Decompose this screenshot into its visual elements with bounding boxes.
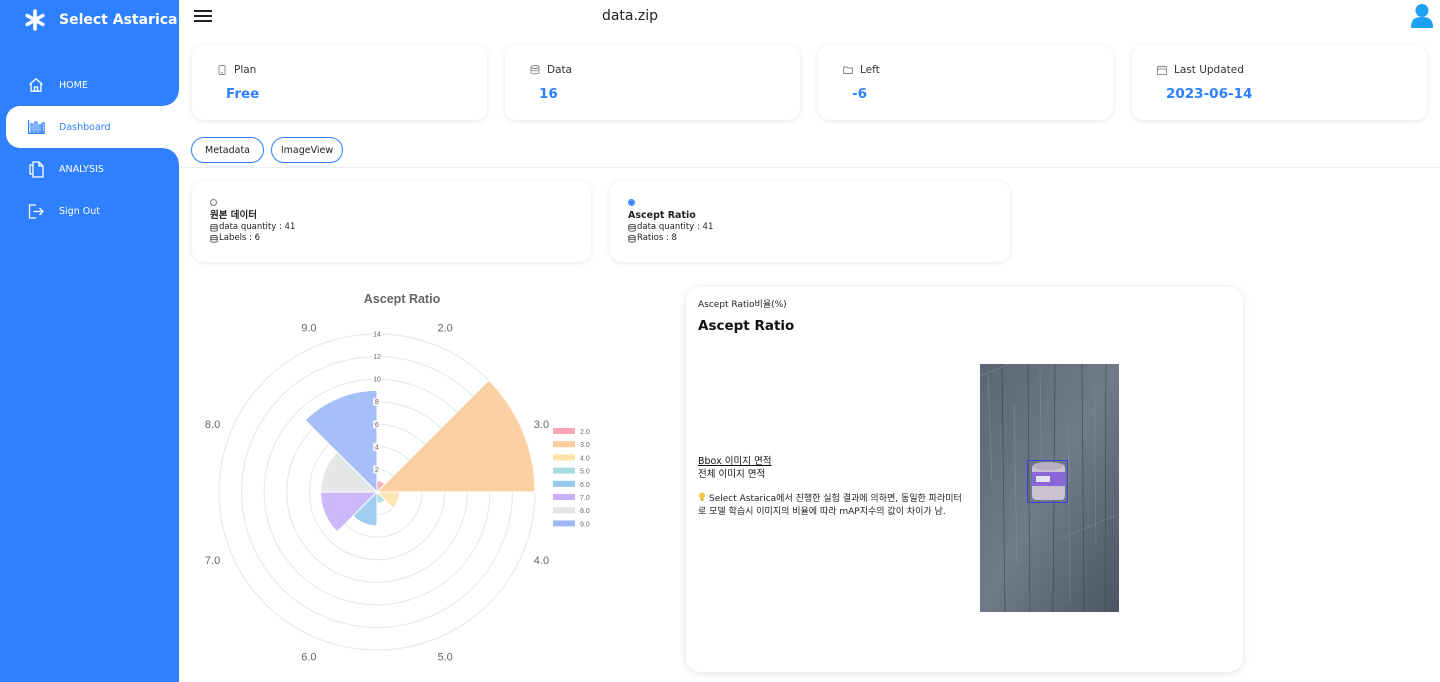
polar-area-chart: Ascept Ratio 2 4 6 8 10 12 14 2.0 3.0 4.0 5.0 6.0 7… <box>192 285 612 675</box>
stat-card-left: Left -6 <box>818 45 1113 120</box>
option-labels: Labels : 6 <box>210 233 591 244</box>
legend-swatch[interactable] <box>553 507 575 514</box>
option-title: Ascept Ratio <box>628 210 696 221</box>
sidebar-item-label: Dashboard <box>59 121 111 133</box>
folder-icon <box>843 66 853 74</box>
note-text: Select Astarica에서 진행한 실험 결과에 의하면, 동일한 파라… <box>698 494 962 517</box>
database-icon <box>530 65 540 75</box>
sign-out-icon <box>27 202 45 220</box>
stat-label: Plan <box>217 64 256 76</box>
stat-card-plan: Plan Free <box>192 45 487 120</box>
panel-title: Ascept Ratio <box>698 318 795 334</box>
category-label: 6.0 <box>301 651 316 663</box>
panel-caption: Ascept Ratio비율(%) <box>698 300 787 310</box>
lightbulb-icon <box>699 492 705 501</box>
home-icon <box>27 76 45 94</box>
legend-label[interactable]: 5.0 <box>580 469 590 476</box>
document-copy-icon <box>27 160 45 178</box>
sidebar-item-home[interactable]: HOME <box>0 64 179 106</box>
polar-chart-svg: Ascept Ratio 2 4 6 8 10 12 14 2.0 3.0 4.0 5.0 6.0 7… <box>205 292 590 663</box>
legend-swatch[interactable] <box>553 441 575 448</box>
database-icon <box>210 234 218 243</box>
calendar-icon <box>1157 65 1167 75</box>
category-label: 8.0 <box>205 419 220 431</box>
bounding-box <box>1027 460 1068 503</box>
legend-label[interactable]: 3.0 <box>580 442 590 449</box>
sidebar-item-label: ANALYSIS <box>59 163 104 175</box>
category-label: 5.0 <box>437 651 452 663</box>
bar-chart-icon <box>27 118 45 136</box>
stat-card-data: Data 16 <box>505 45 800 120</box>
radial-tick-label: 4 <box>375 444 379 451</box>
stat-label: Left <box>843 64 880 76</box>
chart-title: Ascept Ratio <box>364 292 441 306</box>
legend-swatch[interactable] <box>553 480 575 487</box>
legend-swatch[interactable] <box>553 520 575 527</box>
database-icon <box>210 223 218 232</box>
legend-label[interactable]: 9.0 <box>580 521 590 528</box>
ratio-formula: Bbox 이미지 면적 전체 이미지 면적 <box>698 455 771 481</box>
file-title-text: data.zip <box>601 8 659 24</box>
category-label: 3.0 <box>534 419 549 431</box>
sample-image <box>980 364 1119 612</box>
sidebar-item-sign-out[interactable]: Sign Out <box>0 190 179 232</box>
experiment-note: Select Astarica에서 진행한 실험 결과에 의하면, 동일한 파라… <box>698 492 963 518</box>
sidebar-item-analysis[interactable]: ANALYSIS <box>0 148 179 190</box>
radio-original-data[interactable] <box>210 199 217 206</box>
legend-label[interactable]: 2.0 <box>580 429 590 436</box>
stat-label: Last Updated <box>1157 64 1244 76</box>
tab-metadata[interactable]: Metadata <box>191 137 264 163</box>
radial-tick-label: 6 <box>375 422 379 429</box>
user-avatar-icon[interactable] <box>1410 3 1434 29</box>
legend-label[interactable]: 8.0 <box>580 508 590 515</box>
radio-ascept-ratio[interactable] <box>628 199 635 206</box>
legend-swatch[interactable] <box>553 428 575 434</box>
option-ratios: Ratios : 8 <box>628 233 1010 244</box>
sidebar-item-dashboard[interactable]: Dashboard <box>6 90 179 164</box>
stat-value: -6 <box>852 86 867 102</box>
formula-numerator: Bbox 이미지 면적 <box>698 456 772 467</box>
option-card-original-data[interactable]: 원본 데이터 data quantity : 41 Labels : 6 <box>192 181 591 262</box>
tab-imageview[interactable]: ImageView <box>271 137 343 163</box>
category-label: 7.0 <box>205 555 220 567</box>
category-label: 2.0 <box>437 323 452 335</box>
category-label: 9.0 <box>301 323 316 335</box>
stat-value: 16 <box>539 86 558 102</box>
radial-tick-label: 10 <box>373 377 381 384</box>
ascept-ratio-panel: Ascept Ratio비율(%) Ascept Ratio Bbox 이미지 … <box>686 287 1243 672</box>
database-icon <box>628 234 636 243</box>
option-title: 원본 데이터 <box>210 210 258 221</box>
legend-label[interactable]: 6.0 <box>580 482 590 489</box>
legend-label[interactable]: 4.0 <box>580 455 590 462</box>
category-label: 4.0 <box>534 555 549 567</box>
option-quantity: data quantity : 41 <box>628 222 1010 233</box>
divider <box>179 167 1440 168</box>
legend-swatch[interactable] <box>553 494 575 500</box>
phone-icon <box>218 65 226 75</box>
radial-tick-label: 2 <box>375 467 379 474</box>
polar-sector[interactable] <box>375 379 536 493</box>
stat-card-last-updated: Last Updated 2023-06-14 <box>1132 45 1427 120</box>
radial-tick-label: 14 <box>373 332 381 339</box>
sidebar-item-label: Sign Out <box>59 205 100 217</box>
radial-tick-label: 8 <box>375 399 379 406</box>
radial-tick-label: 12 <box>373 354 381 361</box>
page-title: data.zip <box>0 8 1440 24</box>
option-quantity: data quantity : 41 <box>210 222 591 233</box>
legend-label[interactable]: 7.0 <box>580 495 590 502</box>
stat-label: Data <box>530 64 572 76</box>
stat-value: Free <box>226 86 260 102</box>
sidebar: Select Astarica HOME Dashboard ANALYSIS … <box>0 0 179 682</box>
legend-swatch[interactable] <box>553 467 575 474</box>
legend-swatch[interactable] <box>553 454 575 461</box>
formula-denominator: 전체 이미지 면적 <box>698 469 766 480</box>
sidebar-item-label: HOME <box>59 79 88 91</box>
database-icon <box>628 223 636 232</box>
stat-value: 2023-06-14 <box>1166 86 1253 102</box>
option-card-ascept-ratio[interactable]: Ascept Ratio data quantity : 41 Ratios :… <box>610 181 1010 262</box>
